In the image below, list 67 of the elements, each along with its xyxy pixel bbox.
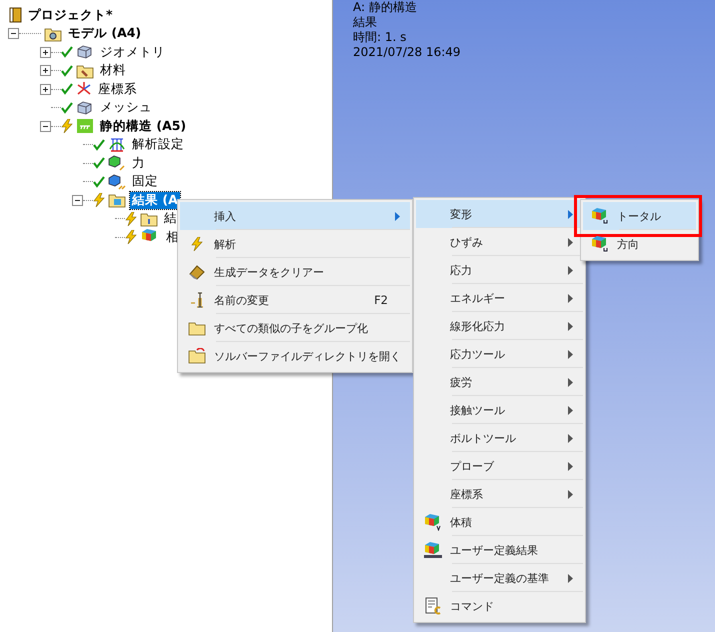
collapse-icon[interactable] xyxy=(72,194,83,206)
command-icon xyxy=(424,597,442,615)
menu-item[interactable]: 生成データをクリアー xyxy=(180,258,410,286)
tree-item-label[interactable]: 固定 xyxy=(130,173,160,190)
menu-item[interactable]: 体積 xyxy=(416,508,583,536)
folder-icon xyxy=(44,26,62,42)
menu-item[interactable]: 挿入 xyxy=(180,202,410,230)
menu-item[interactable]: ユーザー定義の基準 xyxy=(416,564,583,592)
rename-icon xyxy=(188,292,206,308)
tree-item-label[interactable]: メッシュ xyxy=(98,99,154,116)
tree-item-label[interactable]: 静的構造 (A5) xyxy=(98,118,188,135)
static-analysis-icon xyxy=(76,118,94,134)
analysis-settings-icon xyxy=(108,136,126,153)
menu-item[interactable]: 疲労 xyxy=(416,368,583,396)
tree-item-label[interactable]: モデル (A4) xyxy=(66,25,144,42)
cube-icon xyxy=(76,44,94,60)
folder-icon xyxy=(108,192,126,208)
menu-item[interactable]: ソルバーファイルディレクトリを開く xyxy=(180,342,410,370)
menu-item[interactable]: ユーザー定義結果 xyxy=(416,536,583,564)
expand-icon[interactable] xyxy=(40,65,51,76)
force-icon xyxy=(108,155,126,172)
collapse-icon[interactable] xyxy=(40,120,51,132)
viewport-info-text: 時間: 1. s xyxy=(353,30,408,45)
viewport-info-text: 2021/07/28 16:49 xyxy=(353,45,462,60)
menu-item[interactable]: トータル xyxy=(583,202,696,230)
menu-item[interactable]: ひずみ xyxy=(416,228,583,256)
menu-item[interactable]: 応力 xyxy=(416,256,583,284)
tree-item-label[interactable]: 座標系 xyxy=(96,80,139,98)
expand-icon[interactable] xyxy=(40,46,51,58)
menu-item[interactable]: 名前の変更 F2 xyxy=(180,286,410,314)
contour-icon xyxy=(423,541,443,559)
menu-item[interactable]: ボルトツール xyxy=(416,424,583,452)
tree-item-label[interactable]: 結果 (A xyxy=(130,192,180,209)
tree-item-label[interactable]: ジオメトリ xyxy=(98,44,167,61)
folder-icon xyxy=(140,210,158,227)
menu-item[interactable]: コマンド xyxy=(416,592,583,620)
viewport-info-text: A: 静的構造 xyxy=(353,0,418,15)
contour-icon xyxy=(423,513,443,531)
menu-item[interactable]: 接触ツール xyxy=(416,396,583,424)
tree-item-label[interactable]: 材料 xyxy=(98,62,128,80)
axes-icon xyxy=(76,81,92,98)
collapse-icon[interactable] xyxy=(8,28,19,40)
folder-icon xyxy=(188,348,206,364)
tree-item-label[interactable]: 解析設定 xyxy=(130,136,186,154)
folder-icon xyxy=(76,62,94,79)
expand-icon[interactable] xyxy=(40,84,51,95)
contour-icon xyxy=(590,235,610,253)
menu-item[interactable]: 方向 xyxy=(583,230,696,258)
menu-item[interactable]: すべての類似の子をグループ化 xyxy=(180,314,410,342)
cube-icon xyxy=(76,100,94,116)
menu-item[interactable]: 解析 xyxy=(180,230,410,258)
menu-item[interactable]: プローブ xyxy=(416,452,583,480)
book-icon xyxy=(9,7,22,24)
menu-item[interactable]: 座標系 xyxy=(416,480,583,508)
contour-icon xyxy=(590,207,610,225)
viewport-info-text: 結果 xyxy=(353,15,378,30)
lightning-icon xyxy=(191,237,203,251)
folder-icon xyxy=(188,320,206,336)
tree-item-label[interactable]: 結 xyxy=(162,210,179,228)
menu-item[interactable]: 線形化応力 xyxy=(416,312,583,340)
menu-item[interactable]: 変形 xyxy=(416,200,583,228)
menu-item[interactable]: 応力ツール xyxy=(416,340,583,368)
tree-item-label[interactable]: 力 xyxy=(130,154,147,172)
eraser-icon xyxy=(188,264,206,280)
fixed-support-icon xyxy=(108,174,126,190)
menu-item[interactable]: エネルギー xyxy=(416,284,583,312)
tree-item-label[interactable]: プロジェクト* xyxy=(26,6,115,24)
